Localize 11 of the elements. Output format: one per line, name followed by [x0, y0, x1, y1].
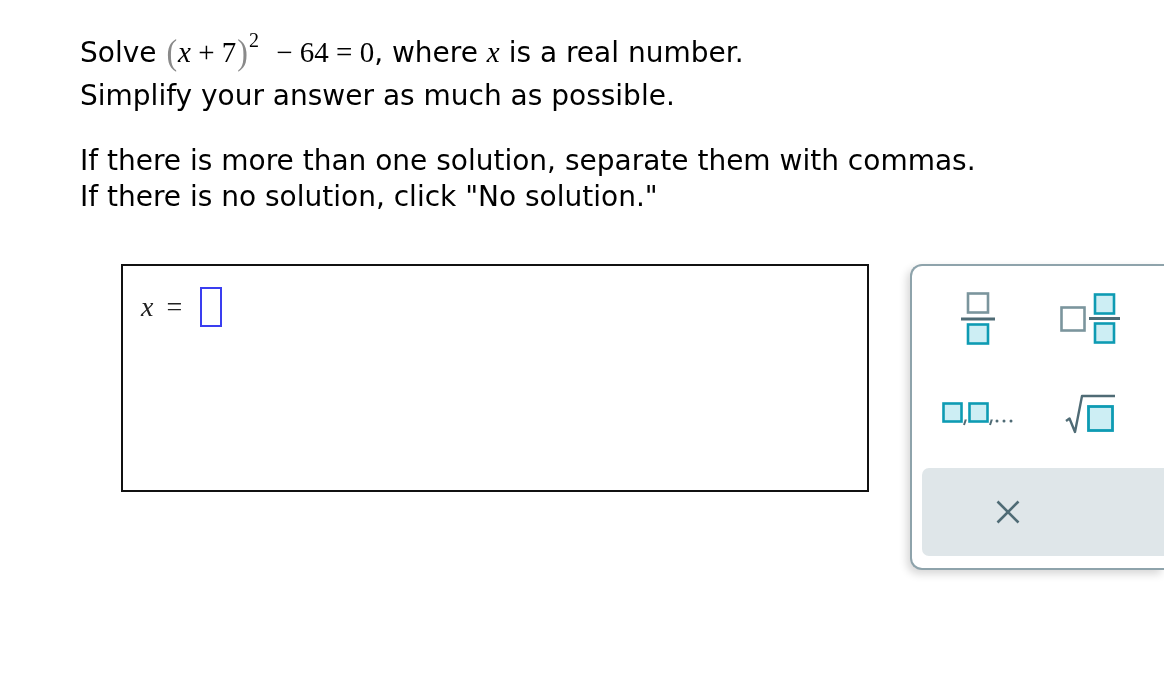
- mixed-number-icon: [1060, 292, 1120, 344]
- instruction-text: Simplify your answer as much as possible.: [80, 78, 675, 114]
- cross-icon: [996, 500, 1020, 524]
- fraction-icon: [961, 291, 995, 345]
- answer-field[interactable]: [200, 287, 223, 327]
- instruction-text: If there is no solution, click "No solution.": [80, 179, 658, 215]
- instruction-text: If there is more than one solution, separate them with commas.: [80, 143, 976, 179]
- list-icon: [942, 402, 1014, 426]
- equation-label: x =: [141, 290, 183, 324]
- square-root-icon: [1065, 394, 1115, 434]
- question-text: Solve (x + 7)$^{2}$ − 64 = 0, where x is a real number.: [80, 28, 744, 74]
